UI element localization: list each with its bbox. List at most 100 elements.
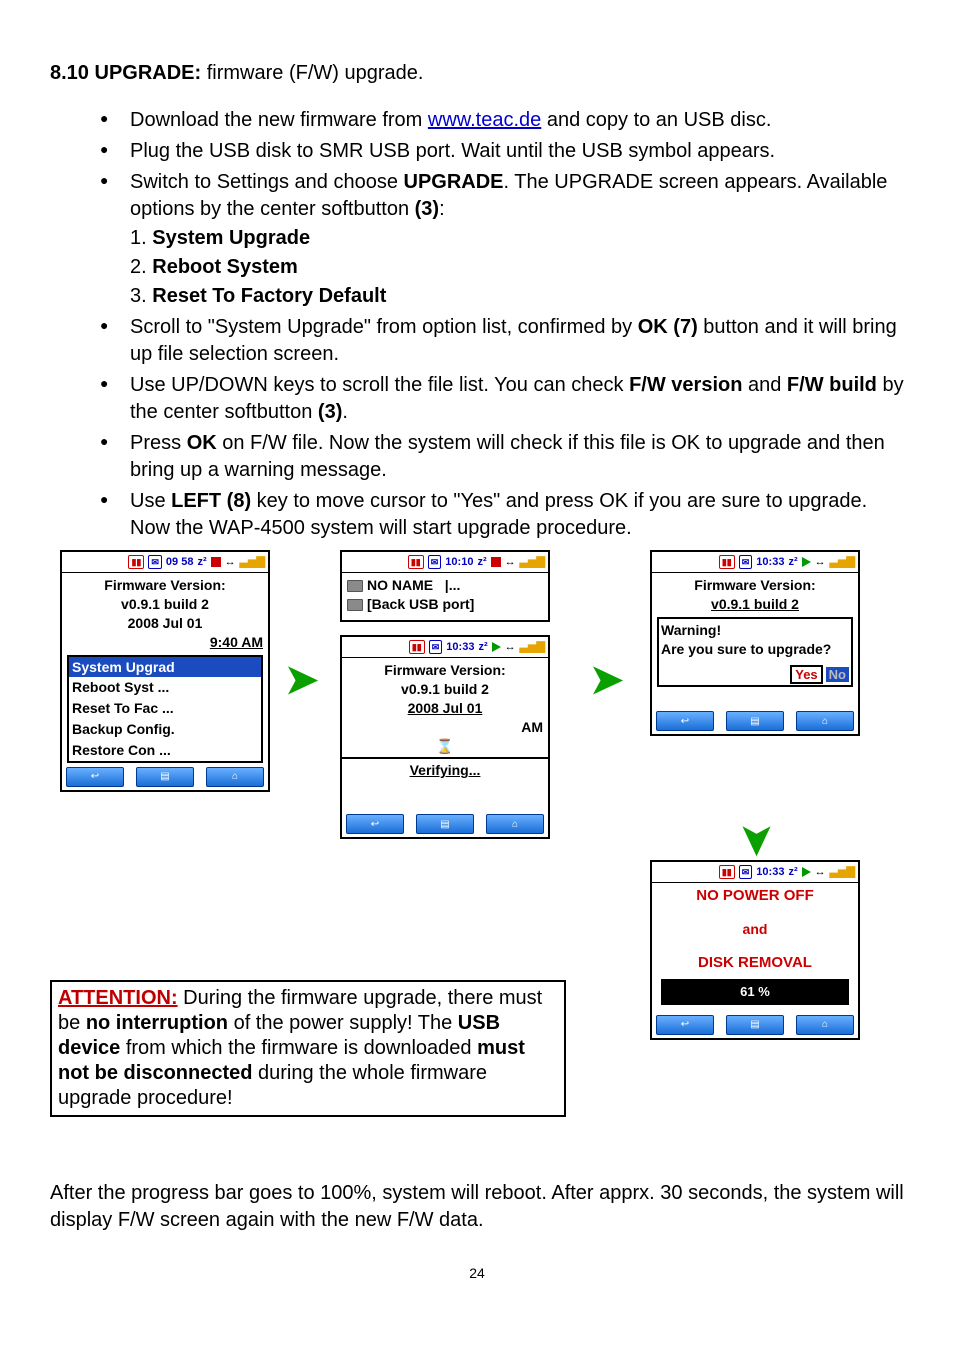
arrows-icon: ↔ (225, 555, 236, 570)
soft-list-button[interactable]: ▤ (416, 814, 474, 834)
signal-icon: ▃▅▇ (520, 555, 545, 570)
list-item[interactable]: Reset To Fac ... (69, 698, 261, 719)
list-item[interactable]: Reboot Syst ... (69, 677, 261, 698)
bullet-2: Plug the USB disk to SMR USB port. Wait … (100, 138, 904, 165)
section-title-bold: UPGRADE: (95, 62, 202, 84)
text: Scroll to "System Upgrade" from option l… (130, 316, 638, 338)
status-time: 10:33 (446, 640, 474, 655)
list-icon: ▤ (750, 1018, 759, 1032)
text-bold: no interruption (86, 1012, 228, 1034)
fw-date: 2008 Jul 01 (67, 614, 263, 633)
progress-value: 61 % (740, 984, 770, 999)
status-time: 10:10 (445, 555, 473, 570)
num: 3. (130, 285, 152, 307)
cursor: |... (445, 577, 461, 593)
soft-back-button[interactable]: ↩ (66, 767, 124, 787)
list-item[interactable]: Backup Config. (69, 719, 261, 740)
fw-version: v0.9.1 build 2 (67, 595, 263, 614)
softkey-bar: ↩ ▤ ⌂ (62, 765, 268, 790)
back-icon: ↩ (91, 770, 99, 784)
softkey-bar: ↩ ▤ ⌂ (652, 1013, 858, 1038)
option-1: 1. System Upgrade (130, 225, 904, 252)
bullet-5: Use UP/DOWN keys to scroll the file list… (100, 372, 904, 426)
text: . (342, 401, 348, 423)
soft-home-button[interactable]: ⌂ (796, 711, 854, 731)
list-item[interactable]: [Back USB port] (347, 595, 543, 614)
battery-icon: ▮▮ (719, 555, 735, 569)
progress-bar: 61 % (661, 979, 849, 1005)
attention-label: ATTENTION: (58, 987, 178, 1009)
arrows-icon: ↔ (815, 555, 826, 570)
options-listbox: System Upgrad Reboot Syst ... Reset To F… (67, 655, 263, 763)
list-item[interactable]: Restore Con ... (69, 740, 261, 761)
text-bold: OK (7) (638, 316, 698, 338)
text: and (742, 374, 786, 396)
soft-home-button[interactable]: ⌂ (486, 814, 544, 834)
home-icon: ⌂ (232, 770, 238, 784)
no-button[interactable]: No (826, 667, 849, 682)
stop-icon (211, 557, 221, 567)
num: 2. (130, 256, 152, 278)
list-item[interactable]: System Upgrad (69, 657, 261, 678)
text: and copy to an USB disc. (541, 109, 771, 131)
soft-back-button[interactable]: ↩ (656, 711, 714, 731)
env-icon: ✉ (739, 865, 753, 879)
fw-date: 2008 Jul 01 (347, 699, 543, 718)
section-heading: 8.10 UPGRADE: firmware (F/W) upgrade. (50, 60, 904, 87)
yes-button[interactable]: Yes (790, 665, 822, 684)
fw-version: v0.9.1 build 2 (657, 595, 853, 614)
signal-icon: ▃▅▇ (240, 555, 265, 570)
soft-back-button[interactable]: ↩ (346, 814, 404, 834)
clock: AM (347, 718, 543, 737)
bullet-list: Download the new firmware from www.teac.… (100, 107, 904, 542)
battery-icon: ▮▮ (719, 865, 735, 879)
opt: Reset To Factory Default (152, 285, 386, 307)
opt: Reboot System (152, 256, 298, 278)
option-2: 2. Reboot System (130, 254, 904, 281)
screen-upgrade-menu: ▮▮ ✉ 09 58 z² ↔ ▃▅▇ Firmware Version: v0… (60, 550, 270, 792)
text: Switch to Settings and choose (130, 171, 404, 193)
soft-back-button[interactable]: ↩ (656, 1015, 714, 1035)
play-icon (802, 867, 811, 877)
soft-list-button[interactable]: ▤ (726, 1015, 784, 1035)
folder-icon (347, 599, 363, 611)
screen-warning: ▮▮ ✉ 10:33 z² ↔ ▃▅▇ Firmware Version: v0… (650, 550, 860, 736)
button-row: Yes No (661, 665, 849, 684)
env-icon: ✉ (148, 555, 162, 569)
warning-box: Warning! Are you sure to upgrade? Yes No (657, 617, 853, 688)
status-time: 09 58 (166, 555, 194, 570)
text: from which the firmware is downloaded (120, 1037, 477, 1059)
text: Download the new firmware from (130, 109, 428, 131)
fw-version: v0.9.1 build 2 (347, 680, 543, 699)
soft-home-button[interactable]: ⌂ (206, 767, 264, 787)
soft-home-button[interactable]: ⌂ (796, 1015, 854, 1035)
soft-list-button[interactable]: ▤ (136, 767, 194, 787)
warning-label: Warning! (661, 621, 849, 640)
home-icon: ⌂ (512, 818, 518, 832)
text-bold: (3) (318, 401, 342, 423)
screen-file-list: ▮▮ ✉ 10:10 z² ↔ ▃▅▇ NO NAME |... [Back U… (340, 550, 550, 622)
screen-verifying: ▮▮ ✉ 10:33 z² ↔ ▃▅▇ Firmware Version: v0… (340, 635, 550, 839)
text-bold: UPGRADE (404, 171, 504, 193)
and-text: and (657, 920, 853, 939)
status-z: z² (197, 555, 206, 570)
play-icon (802, 557, 811, 567)
back-icon: ↩ (681, 715, 689, 729)
bullet-7: Use LEFT (8) key to move cursor to "Yes"… (100, 488, 904, 542)
folder-icon (347, 580, 363, 592)
status-bar: ▮▮ ✉ 10:33 z² ↔ ▃▅▇ (652, 862, 858, 883)
text-bold: (3) (415, 198, 439, 220)
text: of the power supply! The (228, 1012, 458, 1034)
battery-icon: ▮▮ (128, 555, 144, 569)
hourglass-icon: ⌛ (347, 737, 543, 756)
status-z: z² (788, 555, 797, 570)
list-item[interactable]: NO NAME |... (347, 576, 543, 595)
text: on F/W file. Now the system will check i… (130, 432, 885, 481)
soft-list-button[interactable]: ▤ (726, 711, 784, 731)
flow-arrow-right-icon: ➤ (590, 660, 624, 700)
bullet-4: Scroll to "System Upgrade" from option l… (100, 314, 904, 368)
fw-title: Firmware Version: (67, 576, 263, 595)
teac-link[interactable]: www.teac.de (428, 109, 541, 131)
arrows-icon: ↔ (505, 555, 516, 570)
warning-question: Are you sure to upgrade? (661, 640, 849, 659)
